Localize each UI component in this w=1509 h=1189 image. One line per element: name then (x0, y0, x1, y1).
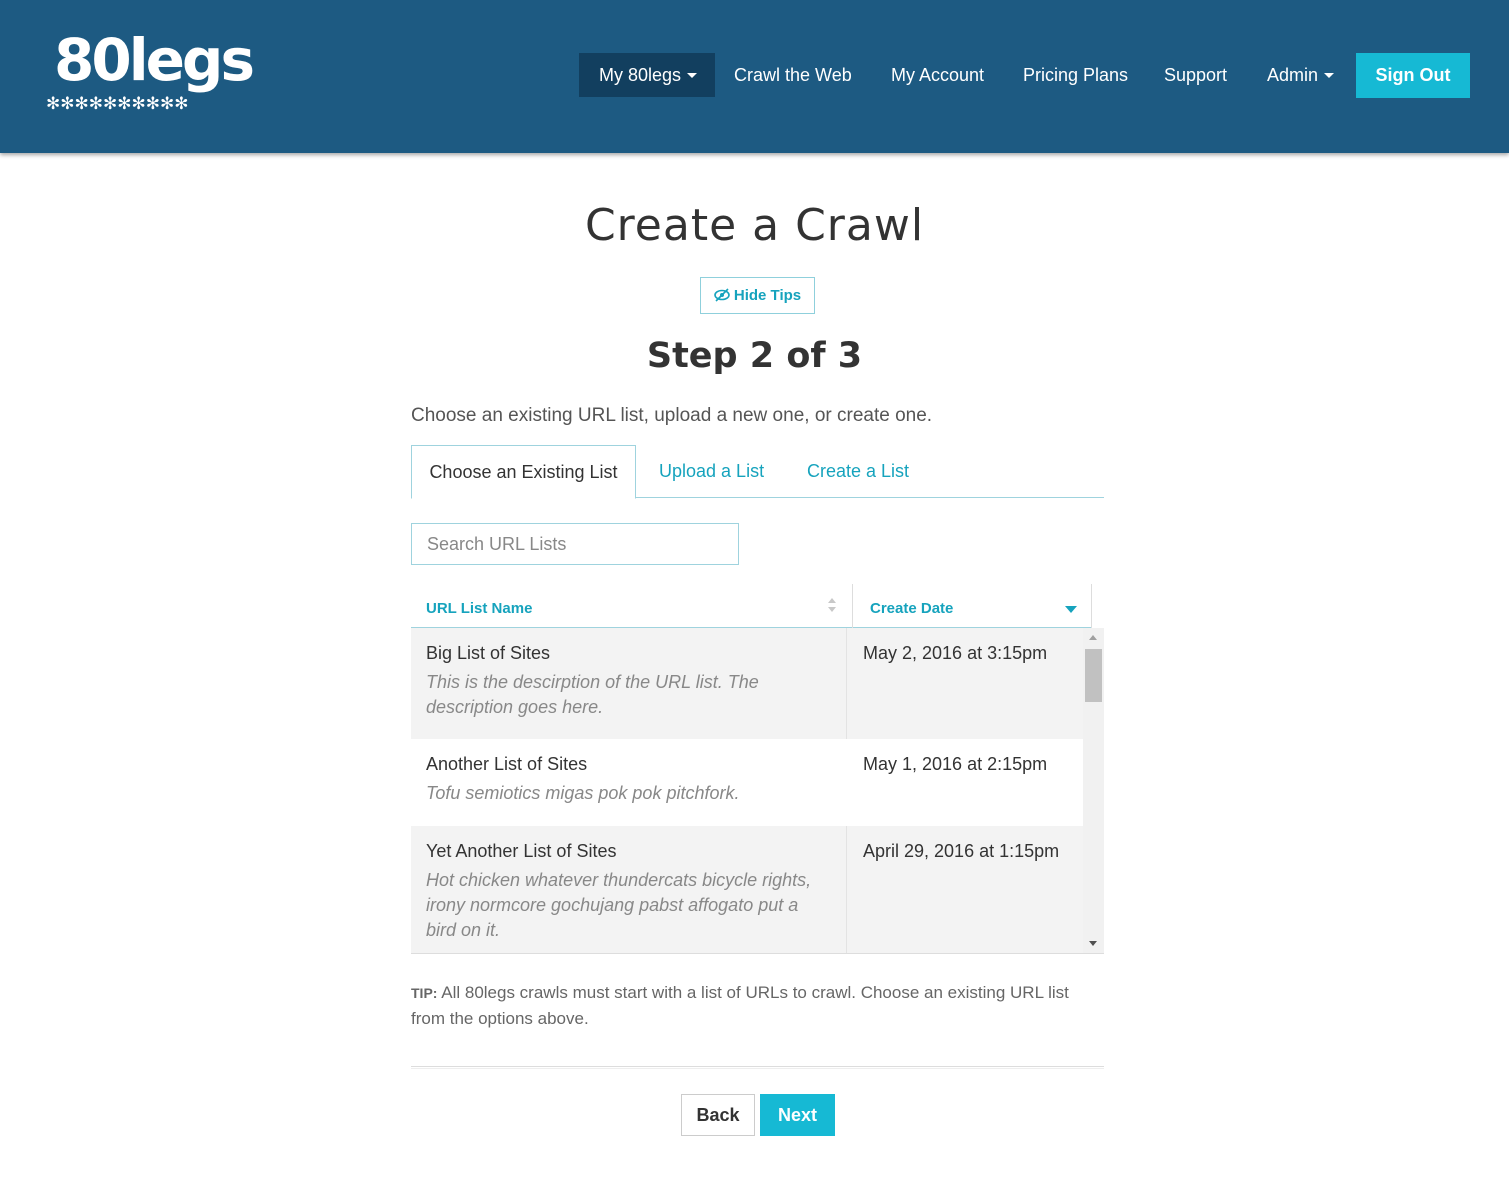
scrollbar-thumb[interactable] (1085, 649, 1102, 702)
page-title: Create a Crawl (584, 200, 925, 251)
hide-tips-label: Hide Tips (733, 287, 802, 304)
url-list-name: Yet Another List of Sites (426, 841, 617, 861)
url-list-description: This is the descirption of the URL list.… (426, 672, 759, 717)
url-list-name-cell: Another List of Sites Tofu semiotics mig… (411, 739, 846, 806)
list-source-tabs: Choose an Existing List Upload a List Cr… (411, 445, 1104, 499)
divider (411, 1066, 1104, 1069)
url-list-description: Hot chicken whatever thundercats bicycle… (426, 870, 812, 940)
create-date-cell: May 1, 2016 at 2:15pm (863, 754, 1048, 774)
tip-body: All 80legs crawls must start with a list… (411, 983, 1069, 1028)
step-indicator: Step 2 of 3 (646, 336, 863, 376)
scroll-up-arrow-icon[interactable] (1089, 635, 1097, 640)
sign-out-button[interactable]: Sign Out (1356, 53, 1470, 98)
logo[interactable]: 80legs ✻✻✻✻✻✻✻✻✻✻ (46, 28, 255, 124)
nav-crawl-the-web[interactable]: Crawl the Web (734, 53, 852, 97)
url-list-table: Big List of Sites This is the descirptio… (411, 628, 1104, 954)
url-list-name-cell: Yet Another List of Sites Hot chicken wh… (411, 826, 846, 943)
next-button[interactable]: Next (760, 1094, 835, 1136)
nav-my-account[interactable]: My Account (891, 53, 984, 97)
table-header: URL List Name Create Date (411, 584, 1092, 628)
sort-both-icon (828, 598, 836, 612)
url-list-name-cell: Big List of Sites This is the descirptio… (411, 628, 846, 720)
column-header-create-date[interactable]: Create Date (852, 584, 1092, 628)
column-header-label: URL List Name (426, 600, 533, 617)
create-date-cell: May 2, 2016 at 3:15pm (863, 643, 1048, 663)
nav-my-80legs[interactable]: My 80legs (579, 53, 715, 97)
tab-upload-list[interactable]: Upload a List (659, 445, 764, 498)
tip-text: TIP: All 80legs crawls must start with a… (411, 980, 1104, 1031)
nav-pricing-plans[interactable]: Pricing Plans (1023, 53, 1128, 97)
url-list-name: Another List of Sites (426, 754, 588, 774)
create-date-cell: April 29, 2016 at 1:15pm (863, 841, 1060, 861)
tip-label: TIP: (411, 985, 438, 1001)
tab-create-list[interactable]: Create a List (807, 445, 909, 498)
table-row[interactable]: Big List of Sites This is the descirptio… (411, 628, 1083, 739)
caret-down-icon (1324, 72, 1335, 78)
table-scrollbar[interactable] (1083, 628, 1104, 953)
table-row[interactable]: Another List of Sites Tofu semiotics mig… (411, 739, 1083, 826)
nav-my-80legs-label: My 80legs (599, 65, 682, 85)
nav-support[interactable]: Support (1164, 53, 1227, 97)
column-header-label: Create Date (870, 600, 954, 617)
nav-admin[interactable]: Admin (1267, 53, 1335, 97)
scroll-down-arrow-icon[interactable] (1089, 941, 1097, 946)
tab-choose-existing-list[interactable]: Choose an Existing List (411, 445, 636, 499)
instructions-text: Choose an existing URL list, upload a ne… (411, 405, 933, 426)
top-navbar: 80legs ✻✻✻✻✻✻✻✻✻✻ My 80legs Crawl the We… (0, 0, 1509, 153)
logo-text: 80legs (54, 26, 255, 94)
column-header-url-list-name[interactable]: URL List Name (411, 584, 852, 628)
url-list-name: Big List of Sites (426, 643, 551, 663)
caret-down-icon (687, 72, 698, 78)
logo-spider-icons: ✻✻✻✻✻✻✻✻✻✻ (46, 94, 189, 114)
eye-slash-icon (714, 287, 730, 302)
url-list-description: Tofu semiotics migas pok pok pitchfork. (426, 783, 740, 803)
sort-desc-icon (1065, 606, 1077, 613)
hide-tips-button[interactable]: Hide Tips (700, 277, 815, 314)
nav-admin-label: Admin (1267, 65, 1319, 85)
back-button[interactable]: Back (681, 1094, 755, 1136)
search-url-lists-input[interactable] (411, 523, 739, 565)
table-row[interactable]: Yet Another List of Sites Hot chicken wh… (411, 826, 1083, 953)
